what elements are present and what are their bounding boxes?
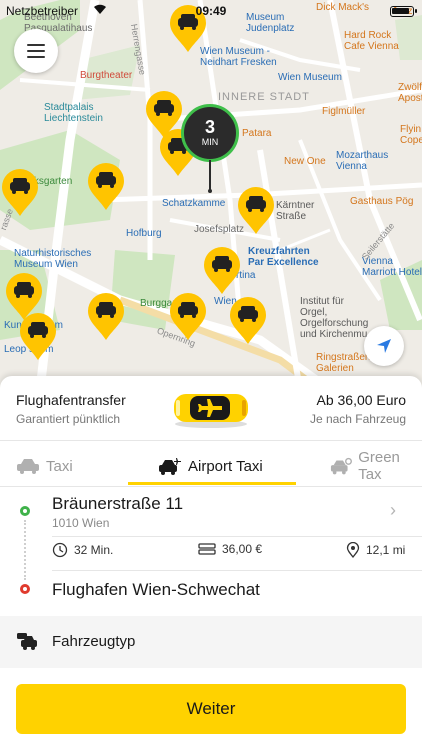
menu-button[interactable] bbox=[14, 29, 58, 73]
map-label-kaerntner: Kärntner Straße bbox=[276, 200, 315, 222]
continue-button[interactable]: Weiter bbox=[16, 684, 406, 734]
map-label-institut: Institut für Orgel, Orgelforschung und Kirc… bbox=[300, 296, 369, 340]
divider bbox=[0, 486, 422, 487]
map-label-stadtpalais: Stadtpalais Liechtenstein bbox=[44, 102, 103, 124]
vehicle-type-row[interactable]: Fahrzeugtyp bbox=[0, 616, 422, 668]
money-icon bbox=[198, 543, 216, 555]
fare-summary: Flughafentransfer Garantiert pünktlich A… bbox=[0, 376, 422, 440]
vehicle-icon bbox=[17, 633, 37, 650]
distance-value: 12,1 mi bbox=[366, 543, 406, 557]
route-stats: 32 Min. 36,00 € 12,1 mi bbox=[52, 542, 406, 562]
map-label-flying: Flyin Cope bbox=[400, 124, 422, 146]
distance-stat: 12,1 mi bbox=[346, 542, 405, 558]
battery-icon bbox=[390, 6, 417, 17]
green-car-icon bbox=[330, 457, 352, 475]
taxi-marker-icon[interactable] bbox=[86, 162, 126, 212]
fare-title: Flughafentransfer bbox=[16, 392, 126, 408]
taxi-marker-icon[interactable] bbox=[0, 168, 40, 218]
service-tabs: Taxi Airport Taxi Green Tax bbox=[0, 448, 422, 486]
origin-city: 1010 Wien bbox=[52, 516, 110, 530]
tab-taxi[interactable]: Taxi bbox=[16, 448, 73, 484]
duration-value: 32 Min. bbox=[74, 543, 114, 557]
map-label-mozarthaus: Mozarthaus Vienna bbox=[336, 150, 389, 172]
fare-subtitle: Garantiert pünktlich bbox=[16, 412, 121, 426]
map-label-burgtheater: Burgtheater bbox=[80, 70, 133, 81]
locate-icon bbox=[377, 339, 391, 353]
map-label-zwoelf: Zwölf Apost bbox=[398, 82, 422, 104]
taxi-marker-icon[interactable] bbox=[86, 292, 126, 342]
map-label-innere-stadt: INNERE STADT bbox=[218, 91, 310, 103]
eta-marker: 3 MIN bbox=[181, 104, 239, 194]
divider bbox=[52, 536, 422, 537]
pin-icon bbox=[346, 542, 360, 558]
eta-unit: MIN bbox=[201, 137, 219, 147]
tab-green-taxi-label: Green Tax bbox=[358, 449, 400, 483]
eta-value: 3 bbox=[204, 117, 215, 137]
status-bar: Netzbetreiber 09:49 bbox=[0, 0, 422, 22]
tab-airport-taxi-label: Airport Taxi bbox=[188, 457, 263, 475]
taxi-marker-icon[interactable] bbox=[228, 296, 268, 346]
map-label-wien-museum-neidhart: Wien Museum - Neidhart Fresken bbox=[200, 46, 277, 68]
taxi-marker-icon[interactable] bbox=[18, 312, 58, 362]
map-label-wien-museum: Wien Museum bbox=[278, 72, 342, 83]
map-label-hofburg: Hofburg bbox=[126, 228, 162, 239]
map-label-kreuzfahrten: Kreuzfahrten Par Excellence bbox=[248, 246, 319, 268]
fare-price-note: Je nach Fahrzeug bbox=[309, 412, 406, 426]
taxi-marker-icon[interactable] bbox=[202, 246, 242, 296]
map-label-schatzkammer: Schatzkamme bbox=[162, 198, 226, 209]
map-label-ringstrassen: Ringstraßen- Galerien bbox=[316, 352, 374, 374]
origin-marker-icon bbox=[20, 506, 30, 516]
map-label-patara: Patara bbox=[242, 128, 272, 139]
map-label-gasthaus: Gasthaus Pög bbox=[350, 196, 414, 207]
divider bbox=[52, 570, 422, 571]
menu-icon bbox=[27, 44, 45, 46]
taxi-icon bbox=[17, 459, 39, 474]
locate-button[interactable] bbox=[364, 326, 404, 366]
tab-taxi-label: Taxi bbox=[46, 457, 73, 475]
map-label-marriott: Vienna Marriott Hotel bbox=[362, 256, 422, 278]
destination-marker-icon bbox=[20, 584, 30, 594]
taxi-marker-icon[interactable] bbox=[168, 292, 208, 342]
airport-taxi-icon bbox=[174, 394, 248, 428]
map-label-hard-rock: Hard Rock Cafe Vienna bbox=[344, 30, 399, 52]
eta-bubble: 3 MIN bbox=[181, 104, 239, 162]
destination-address[interactable]: Flughafen Wien-Schwechat bbox=[52, 580, 260, 600]
fare-price: Ab 36,00 Euro bbox=[316, 392, 406, 408]
vehicle-type-label: Fahrzeugtyp bbox=[52, 633, 136, 650]
clock-icon bbox=[52, 542, 68, 558]
cost-value: 36,00 € bbox=[222, 542, 263, 556]
map-label-new-one: New One bbox=[284, 156, 326, 167]
duration-stat: 32 Min. bbox=[52, 542, 113, 558]
active-tab-indicator bbox=[128, 482, 296, 485]
cost-stat: 36,00 € bbox=[198, 542, 262, 556]
origin-address[interactable]: Bräunerstraße 11 bbox=[52, 494, 183, 514]
taxi-marker-icon[interactable] bbox=[236, 186, 276, 236]
divider bbox=[0, 440, 422, 441]
map-label-naturhist: Naturhistorisches Museum Wien bbox=[14, 248, 92, 270]
eta-stem-icon bbox=[208, 160, 212, 193]
chevron-right-icon[interactable]: › bbox=[390, 500, 396, 521]
tab-airport-taxi[interactable]: Airport Taxi bbox=[158, 448, 263, 484]
map-view[interactable]: Beethoven Pasqualatihaus Burgtheater Stad… bbox=[0, 0, 422, 390]
bottom-sheet: Flughafentransfer Garantiert pünktlich A… bbox=[0, 376, 422, 750]
status-time: 09:49 bbox=[195, 4, 227, 18]
tab-green-taxi[interactable]: Green Tax bbox=[330, 448, 422, 484]
airport-car-icon bbox=[159, 458, 181, 475]
route-connector bbox=[24, 520, 26, 580]
map-label-figlmueller: Figlmüller bbox=[322, 106, 366, 117]
